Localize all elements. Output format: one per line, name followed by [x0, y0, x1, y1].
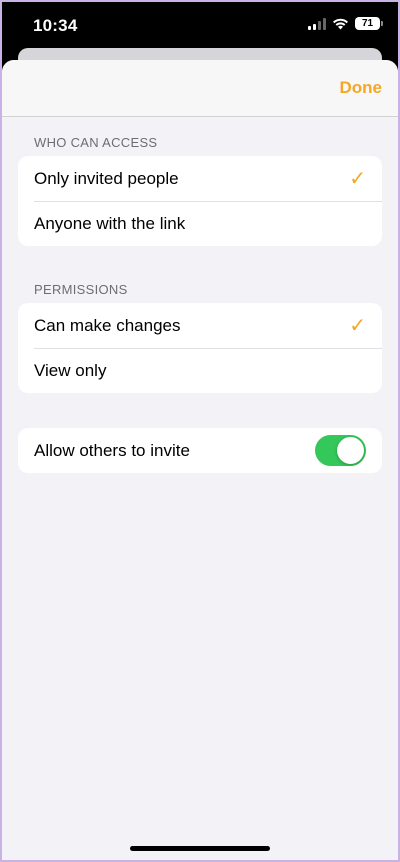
option-label: Anyone with the link — [34, 213, 186, 233]
done-button[interactable]: Done — [340, 78, 383, 98]
access-options-group: Only invited people ✓ Anyone with the li… — [18, 156, 382, 246]
option-only-invited-people[interactable]: Only invited people ✓ — [18, 156, 382, 201]
option-view-only[interactable]: View only — [18, 348, 382, 393]
option-label: Allow others to invite — [34, 440, 190, 460]
option-can-make-changes[interactable]: Can make changes ✓ — [18, 303, 382, 348]
toggle-knob — [337, 437, 364, 464]
checkmark-icon: ✓ — [349, 314, 366, 337]
battery-level: 71 — [361, 18, 374, 29]
allow-others-to-invite-row: Allow others to invite — [18, 428, 382, 473]
allow-invite-toggle[interactable] — [315, 435, 366, 466]
section-header-who-can-access: WHO CAN ACCESS — [34, 135, 158, 150]
option-label: Only invited people — [34, 168, 179, 188]
permissions-options-group: Can make changes ✓ View only — [18, 303, 382, 393]
invite-options-group: Allow others to invite — [18, 428, 382, 473]
status-bar: 10:34 71 — [0, 0, 400, 52]
home-indicator — [130, 846, 270, 851]
battery-icon: 71 — [355, 17, 383, 30]
cellular-signal-icon — [308, 17, 326, 30]
status-icons: 71 — [308, 17, 383, 30]
option-label: Can make changes — [34, 315, 181, 335]
section-header-permissions: PERMISSIONS — [34, 282, 128, 297]
status-time: 10:34 — [33, 16, 78, 35]
navigation-bar: Done — [2, 60, 398, 117]
share-options-sheet: Done WHO CAN ACCESS Only invited people … — [2, 60, 398, 862]
wifi-icon — [332, 18, 349, 30]
checkmark-icon: ✓ — [349, 167, 366, 190]
option-anyone-with-link[interactable]: Anyone with the link — [18, 201, 382, 246]
option-label: View only — [34, 360, 107, 380]
